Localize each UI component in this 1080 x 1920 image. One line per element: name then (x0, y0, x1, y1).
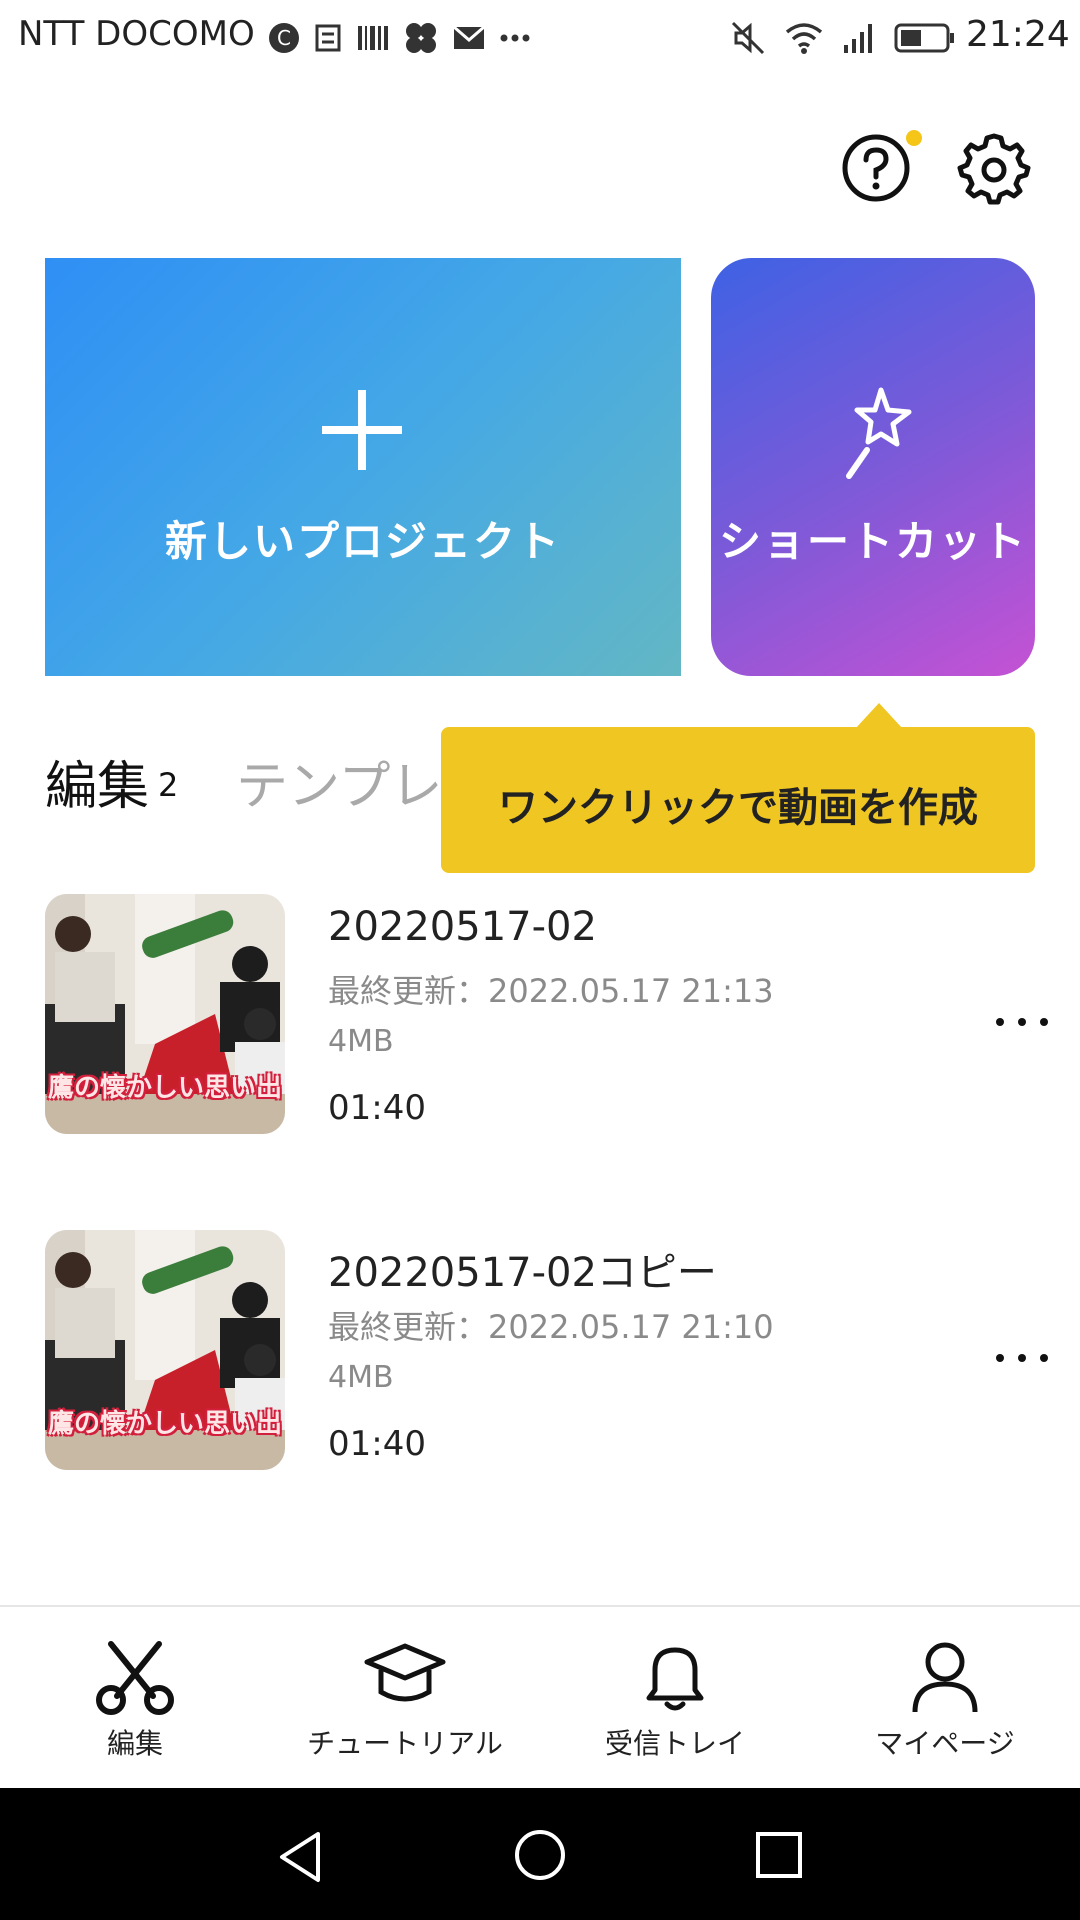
thumbnail-caption: 鷹の懐かしい思い出 (47, 1073, 282, 1103)
system-status-icons (730, 14, 956, 62)
tab-template[interactable]: テンプレ (236, 744, 442, 819)
scissors-icon (96, 1641, 174, 1715)
nav-inbox-label: 受信トレイ (604, 1727, 745, 1760)
more-options-button[interactable] (992, 1338, 1052, 1378)
bell-icon (646, 1647, 704, 1711)
project-title: 20220517-02コピー (328, 1250, 717, 1296)
person-icon (912, 1642, 978, 1713)
more-icon (996, 1354, 1048, 1362)
help-icon (842, 134, 910, 202)
settings-button[interactable] (956, 130, 1032, 206)
svg-text:C: C (277, 26, 291, 50)
back-icon[interactable] (276, 1830, 326, 1884)
project-updated: 最終更新：2022.05.17 21:13 (328, 972, 774, 1010)
docomo-c-icon: C (269, 23, 299, 53)
project-size: 4MB (328, 1024, 394, 1059)
nav-inbox[interactable]: 受信トレイ (565, 1640, 785, 1760)
barcode-icon (358, 26, 388, 50)
nav-edit[interactable]: 編集 (25, 1640, 245, 1760)
project-thumbnail[interactable]: 鷹の懐かしい思い出 (45, 894, 285, 1134)
notification-dot (906, 130, 922, 146)
gear-icon (957, 133, 1031, 205)
shortcut-card[interactable]: ショートカット (711, 258, 1035, 676)
project-thumbnail[interactable]: 鷹の懐かしい思い出 (45, 1230, 285, 1470)
project-item[interactable]: 鷹の懐かしい思い出 20220517-02コピー 最終更新：2022.05.17… (0, 1226, 1080, 1476)
shortcut-label: ショートカット (718, 517, 1027, 566)
fan-icon (406, 23, 436, 53)
nav-mypage[interactable]: マイページ (835, 1640, 1055, 1760)
battery-icon (894, 23, 954, 53)
carrier-name: NTT DOCOMO (18, 14, 255, 54)
project-duration: 01:40 (328, 1088, 426, 1128)
mute-icon (731, 21, 765, 55)
notification-icons: C (268, 14, 530, 62)
project-size: 4MB (328, 1360, 394, 1395)
signal-icon (844, 24, 872, 53)
nav-edit-label: 編集 (106, 1727, 163, 1760)
recents-icon[interactable] (754, 1830, 804, 1880)
clock: 21:24 (966, 14, 1070, 55)
tab-edit-count: 2 (158, 766, 179, 804)
more-notifications-icon (500, 34, 530, 42)
system-navigation-bar (0, 1788, 1080, 1920)
tooltip-arrow (855, 703, 903, 729)
project-title: 20220517-02 (328, 904, 597, 950)
mail-icon (453, 25, 485, 49)
project-duration: 01:40 (328, 1424, 426, 1464)
help-button[interactable] (838, 130, 914, 206)
app-notification-icon (315, 24, 341, 52)
project-updated: 最終更新：2022.05.17 21:10 (328, 1308, 774, 1346)
status-bar: NTT DOCOMO C 21:24 (0, 0, 1080, 76)
shortcut-tooltip[interactable]: ワンクリックで動画を作成 (441, 727, 1035, 873)
project-item[interactable]: 鷹の懐かしい思い出 20220517-02 最終更新：2022.05.17 21… (0, 890, 1080, 1140)
graduation-cap-icon (364, 1643, 446, 1702)
wifi-icon (785, 23, 823, 54)
nav-tutorial-label: チュートリアル (307, 1727, 503, 1760)
more-icon (996, 1018, 1048, 1026)
new-project-card[interactable]: 新しいプロジェクト (45, 258, 681, 676)
thumbnail-caption: 鷹の懐かしい思い出 (47, 1409, 282, 1439)
home-icon[interactable] (513, 1828, 567, 1882)
new-project-label: 新しいプロジェクト (164, 517, 561, 566)
tooltip-text: ワンクリックで動画を作成 (498, 785, 978, 831)
nav-mypage-label: マイページ (875, 1727, 1015, 1760)
bottom-nav-divider (0, 1605, 1080, 1607)
nav-tutorial[interactable]: チュートリアル (295, 1640, 515, 1760)
tab-edit[interactable]: 編集 (45, 744, 149, 819)
more-options-button[interactable] (992, 1002, 1052, 1042)
magic-wand-icon (846, 387, 912, 479)
plus-icon (322, 390, 402, 470)
